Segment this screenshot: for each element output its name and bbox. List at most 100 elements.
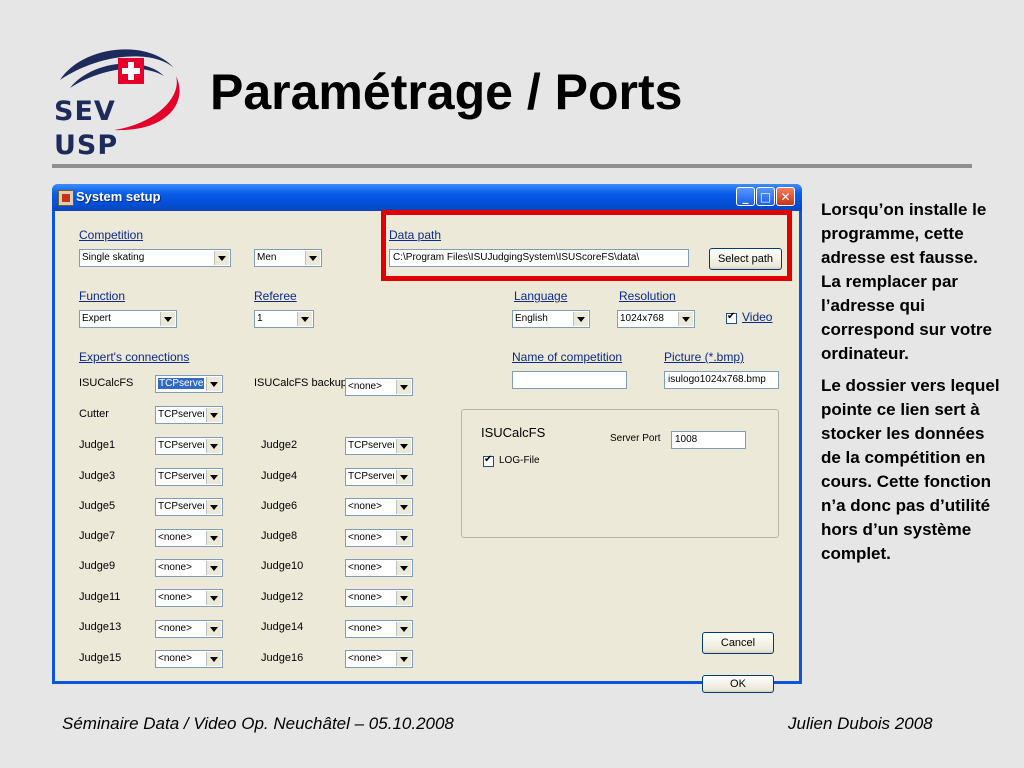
chevron-down-icon[interactable] [396,439,411,453]
chevron-down-icon[interactable] [396,561,411,575]
chevron-down-icon[interactable] [214,251,229,265]
window-titlebar[interactable]: System setup _ □ ✕ [52,184,802,211]
logo-swoosh-red [114,76,180,131]
video-checkbox[interactable] [726,311,737,324]
server-port-input[interactable]: 1008 [671,431,746,449]
slide-title: Paramétrage / Ports [210,64,683,120]
judge12-select[interactable]: <none> [345,589,413,607]
chevron-down-icon[interactable] [206,531,221,545]
minimize-button[interactable]: _ [736,187,755,206]
chevron-down-icon[interactable] [206,408,221,422]
judge1-value: TCPserver [158,440,204,451]
side-paragraph-2: Le dossier vers lequel pointe ce lien se… [821,376,1000,563]
logo-swoosh-blue-inner [70,63,164,88]
close-button[interactable]: ✕ [776,187,795,206]
chevron-down-icon[interactable] [678,312,693,326]
judge2-select[interactable]: TCPserver [345,437,413,455]
referee-select[interactable]: 1 [254,310,314,328]
ok-button[interactable]: OK [702,675,774,693]
gender-select[interactable]: Men [254,249,322,267]
chevron-down-icon[interactable] [206,377,221,391]
judge10-select[interactable]: <none> [345,559,413,577]
judge14-label: Judge14 [261,621,304,633]
judge3-value: TCPserver [158,471,204,482]
isucalcfs-backup-value: <none> [348,381,382,392]
maximize-button[interactable]: □ [756,187,775,206]
picture-input[interactable]: isulogo1024x768.bmp [664,371,779,389]
function-value: Expert [82,313,111,324]
expert-connections-label: Expert's connections [79,350,190,364]
isucalcfs-select[interactable]: TCPserver [155,375,223,393]
judge11-select[interactable]: <none> [155,589,223,607]
judge5-value: TCPserver [158,501,204,512]
function-select[interactable]: Expert [79,310,177,328]
select-path-button[interactable]: Select path [709,248,782,270]
cutter-select[interactable]: TCPserver [155,406,223,424]
competition-value: Single skating [82,252,145,263]
side-paragraph-1: Lorsqu’on installe le programme, cette a… [821,200,992,363]
chevron-down-icon[interactable] [396,531,411,545]
judge10-label: Judge10 [261,560,304,572]
judge1-select[interactable]: TCPserver [155,437,223,455]
log-file-checkbox[interactable] [483,454,494,467]
chevron-down-icon[interactable] [160,312,175,326]
judge14-select[interactable]: <none> [345,620,413,638]
chevron-down-icon[interactable] [206,622,221,636]
footer-author: Julien Dubois 2008 [788,714,933,733]
resolution-select[interactable]: 1024x768 [617,310,695,328]
function-label: Function [79,289,126,303]
judge5-select[interactable]: TCPserver [155,498,223,516]
chevron-down-icon[interactable] [396,500,411,514]
chevron-down-icon[interactable] [206,561,221,575]
cutter-label: Cutter [79,408,109,420]
data-path-input[interactable]: C:\Program Files\ISUJudgingSystem\ISUSco… [389,249,689,267]
judge4-label: Judge4 [261,470,298,482]
judge8-value: <none> [348,532,382,543]
chevron-down-icon[interactable] [206,439,221,453]
judge15-select[interactable]: <none> [155,650,223,668]
judge3-select[interactable]: TCPserver [155,468,223,486]
judge13-select[interactable]: <none> [155,620,223,638]
chevron-down-icon[interactable] [305,251,320,265]
isucalcfs-backup-select[interactable]: <none> [345,378,413,396]
judge15-label: Judge15 [79,652,122,664]
chevron-down-icon[interactable] [297,312,312,326]
judge2-value: TCPserver [348,440,394,451]
judge16-select[interactable]: <none> [345,650,413,668]
judge4-select[interactable]: TCPserver [345,468,413,486]
chevron-down-icon[interactable] [206,500,221,514]
competition-select[interactable]: Single skating [79,249,231,267]
chevron-down-icon[interactable] [573,312,588,326]
judge7-select[interactable]: <none> [155,529,223,547]
isucalcfs-backup-label: ISUCalcFS backup [254,377,347,389]
judge16-value: <none> [348,653,382,664]
cutter-value: TCPserver [158,409,204,420]
chevron-down-icon[interactable] [396,622,411,636]
judge15-value: <none> [158,653,192,664]
cancel-button[interactable]: Cancel [702,632,774,654]
competition-label: Competition [79,228,144,242]
chevron-down-icon[interactable] [396,591,411,605]
side-explanation: Lorsqu’on installe le programme, cette a… [821,198,1001,574]
judge5-label: Judge5 [79,500,116,512]
chevron-down-icon[interactable] [396,380,411,394]
judge6-select[interactable]: <none> [345,498,413,516]
isucalcfs-group-title: ISUCalcFS [481,425,546,440]
chevron-down-icon[interactable] [206,470,221,484]
language-select[interactable]: English [512,310,590,328]
judge1-label: Judge1 [79,439,116,451]
server-port-label: Server Port [610,433,661,444]
chevron-down-icon[interactable] [396,652,411,666]
logo-text-usp: USP [54,130,119,161]
name-of-competition-input[interactable] [512,371,627,389]
language-value: English [515,313,548,324]
chevron-down-icon[interactable] [206,652,221,666]
judge13-value: <none> [158,623,192,634]
chevron-down-icon[interactable] [206,591,221,605]
judge8-select[interactable]: <none> [345,529,413,547]
judge12-label: Judge12 [261,591,304,603]
judge9-select[interactable]: <none> [155,559,223,577]
isucalcfs-value: TCPserver [158,378,204,389]
chevron-down-icon[interactable] [396,470,411,484]
data-path-label: Data path [389,228,442,242]
